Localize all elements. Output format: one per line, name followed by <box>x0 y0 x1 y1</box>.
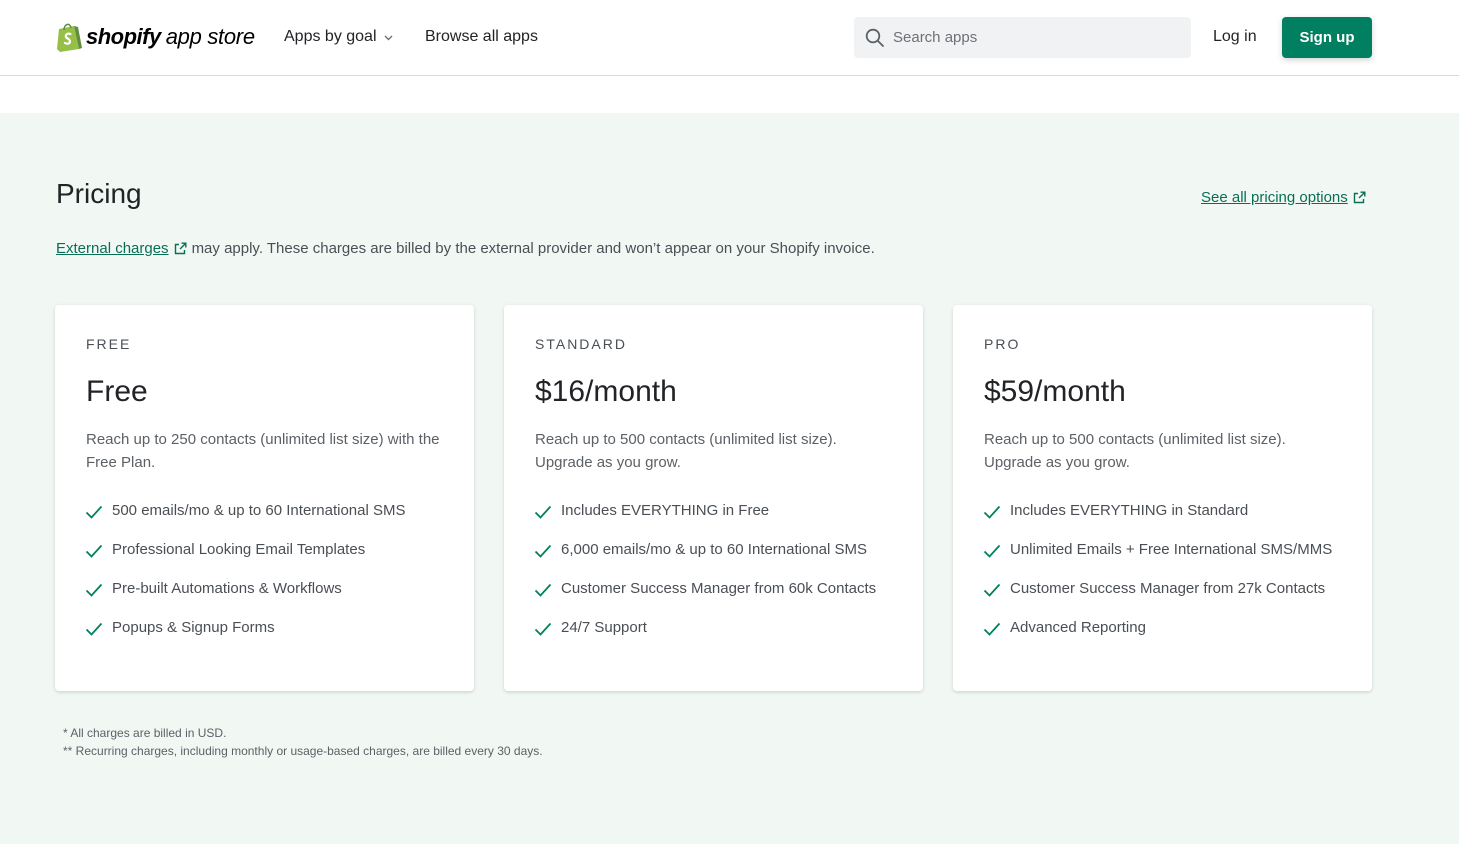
top-header: shopify app store Apps by goal Browse al… <box>0 0 1459 76</box>
feature-item: Customer Success Manager from 27k Contac… <box>982 580 1332 619</box>
external-charges-notice: External charges may apply. These charge… <box>56 240 875 257</box>
feature-item: Customer Success Manager from 60k Contac… <box>533 580 876 619</box>
nav-browse-all-apps-label: Browse all apps <box>425 28 538 45</box>
feature-text: Unlimited Emails + Free International SM… <box>1010 541 1333 558</box>
logo-shopify-text: shopify <box>86 24 161 49</box>
shopify-bag-icon <box>57 23 82 52</box>
checkmark-icon <box>982 502 1002 522</box>
chevron-down-icon <box>384 35 393 40</box>
checkmark-icon <box>84 580 104 600</box>
feature-item: 6,000 emails/mo & up to 60 International… <box>533 541 876 580</box>
feature-text: Pre-built Automations & Workflows <box>112 580 342 597</box>
feature-text: 500 emails/mo & up to 60 International S… <box>112 502 406 519</box>
pricing-title: Pricing <box>56 178 142 209</box>
checkmark-icon <box>533 619 553 639</box>
feature-item: Unlimited Emails + Free International SM… <box>982 541 1332 580</box>
checkmark-icon <box>533 541 553 561</box>
search-icon <box>865 28 885 48</box>
plan-description: Reach up to 500 contacts (unlimited list… <box>535 431 837 471</box>
feature-text: Customer Success Manager from 27k Contac… <box>1010 580 1326 597</box>
checkmark-icon <box>982 580 1002 600</box>
plan-description: Reach up to 500 contacts (unlimited list… <box>984 431 1286 471</box>
feature-item: Pre-built Automations & Workflows <box>84 580 406 619</box>
feature-item: 500 emails/mo & up to 60 International S… <box>84 502 406 541</box>
footnote-recurring: ** Recurring charges, including monthly … <box>63 744 543 758</box>
plan-price: $59/month <box>984 375 1126 408</box>
see-all-pricing-link[interactable]: See all pricing options <box>1201 189 1366 206</box>
feature-text: Customer Success Manager from 60k Contac… <box>561 580 877 597</box>
plan-card-standard: STANDARD $16/month Reach up to 500 conta… <box>504 305 923 691</box>
see-all-pricing-label: See all pricing options <box>1201 189 1348 206</box>
plan-card-pro: PRO $59/month Reach up to 500 contacts (… <box>953 305 1372 691</box>
search-box[interactable] <box>854 17 1191 58</box>
nav-apps-by-goal[interactable]: Apps by goal <box>284 28 393 46</box>
login-link[interactable]: Log in <box>1213 28 1257 46</box>
checkmark-icon <box>84 502 104 522</box>
plan-description: Reach up to 250 contacts (unlimited list… <box>86 431 440 471</box>
plan-features: 500 emails/mo & up to 60 International S… <box>84 502 406 658</box>
nav-browse-all-apps[interactable]: Browse all apps <box>425 28 538 46</box>
feature-item: Includes EVERYTHING in Free <box>533 502 876 541</box>
search-input[interactable] <box>893 29 1173 46</box>
plan-features: Includes EVERYTHING in Free 6,000 emails… <box>533 502 876 658</box>
footnote-usd: * All charges are billed in USD. <box>63 726 227 740</box>
external-link-icon <box>1353 191 1366 204</box>
logo-appstore-text: app store <box>165 24 255 49</box>
external-charges-text: may apply. These charges are billed by t… <box>191 240 875 257</box>
feature-text: Professional Looking Email Templates <box>112 541 366 558</box>
feature-text: Includes EVERYTHING in Free <box>561 502 770 519</box>
plan-card-free: FREE Free Reach up to 250 contacts (unli… <box>55 305 474 691</box>
feature-item: 24/7 Support <box>533 619 876 658</box>
shopify-app-store-logo[interactable]: shopify app store <box>56 20 255 54</box>
checkmark-icon <box>533 580 553 600</box>
plan-name: PRO <box>984 336 1021 352</box>
nav-apps-by-goal-label: Apps by goal <box>284 28 377 45</box>
plan-price: Free <box>86 375 148 408</box>
signup-button[interactable]: Sign up <box>1282 17 1372 58</box>
plan-name: FREE <box>86 336 132 352</box>
feature-text: 24/7 Support <box>561 619 647 636</box>
checkmark-icon <box>982 541 1002 561</box>
feature-text: Popups & Signup Forms <box>112 619 275 636</box>
feature-text: Advanced Reporting <box>1010 619 1146 636</box>
external-link-icon <box>174 242 187 255</box>
billing-footnotes: * All charges are billed in USD. ** Recu… <box>63 724 543 760</box>
plan-name: STANDARD <box>535 336 627 352</box>
feature-item: Includes EVERYTHING in Standard <box>982 502 1332 541</box>
feature-item: Professional Looking Email Templates <box>84 541 406 580</box>
plan-price: $16/month <box>535 375 677 408</box>
checkmark-icon <box>982 619 1002 639</box>
feature-item: Popups & Signup Forms <box>84 619 406 658</box>
checkmark-icon <box>84 619 104 639</box>
feature-text: Includes EVERYTHING in Standard <box>1010 502 1249 519</box>
checkmark-icon <box>84 541 104 561</box>
checkmark-icon <box>533 502 553 522</box>
plan-features: Includes EVERYTHING in Standard Unlimite… <box>982 502 1332 658</box>
feature-item: Advanced Reporting <box>982 619 1332 658</box>
external-charges-link[interactable]: External charges <box>56 240 169 257</box>
feature-text: 6,000 emails/mo & up to 60 International… <box>561 541 868 558</box>
pricing-section: Pricing See all pricing options External… <box>0 113 1459 844</box>
